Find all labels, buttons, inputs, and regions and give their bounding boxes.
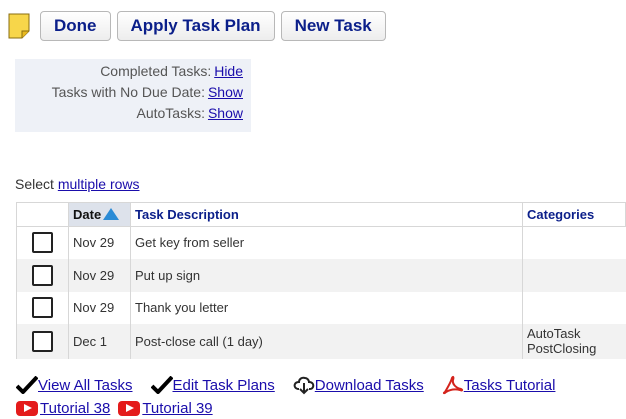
header-task-description[interactable]: Task Description [130,202,523,227]
select-label: Select [15,176,54,192]
filter-label: AutoTasks: [136,105,205,121]
tasks-tutorial-link[interactable]: Tasks Tutorial [464,377,556,394]
row-checkbox[interactable] [32,232,53,254]
tasks-tutorial-item[interactable]: Tasks Tutorial [442,375,556,395]
row-select-cell [16,291,69,324]
filter-no-due-date: Tasks with No Due Date: Show [15,82,243,103]
filters-panel: Completed Tasks: Hide Tasks with No Due D… [15,59,251,132]
view-all-tasks-item[interactable]: View All Tasks [16,376,133,394]
row-checkbox[interactable] [32,264,53,286]
sort-ascending-icon [103,208,120,220]
table-row[interactable]: Nov 29 Thank you letter [16,291,626,324]
filter-label: Tasks with No Due Date: [51,84,205,100]
view-all-tasks-link[interactable]: View All Tasks [38,377,133,394]
row-date: Dec 1 [68,323,131,359]
cloud-download-icon [293,376,315,395]
table-row[interactable]: Nov 29 Put up sign [16,258,626,292]
task-table: Date Task Description Categories Nov 29 … [16,202,626,359]
header-date[interactable]: Date [68,202,131,227]
row-categories [522,291,626,324]
download-tasks-item[interactable]: Download Tasks [293,375,424,395]
youtube-icon [16,400,38,416]
hide-completed-link[interactable]: Hide [214,63,243,79]
row-date: Nov 29 [68,226,131,259]
row-description[interactable]: Thank you letter [130,291,523,324]
checkmark-icon [16,376,38,394]
row-select-cell [16,258,69,292]
filter-label: Completed Tasks: [100,63,212,79]
header-select [16,202,69,227]
category-1: AutoTask [527,326,581,341]
youtube-icon [118,400,141,416]
header-description-label: Task Description [135,207,239,222]
row-categories [522,258,626,292]
show-no-due-date-link[interactable]: Show [208,84,243,100]
row-description[interactable]: Get key from seller [130,226,523,259]
header-categories[interactable]: Categories [522,202,626,227]
row-categories [522,226,626,259]
header-date-label: Date [73,207,102,222]
tutorial-39-link[interactable]: Tutorial 39 [142,400,212,417]
toolbar: Done Apply Task Plan New Task [8,10,392,42]
row-date: Nov 29 [68,258,131,292]
category-2: PostClosing [527,341,597,356]
row-description[interactable]: Put up sign [130,258,523,292]
download-tasks-link[interactable]: Download Tasks [315,377,424,394]
new-task-button[interactable]: New Task [280,11,386,41]
select-multiple-line: Select multiple rows [15,176,140,192]
filter-autotasks: AutoTasks: Show [15,103,243,124]
done-button[interactable]: Done [40,11,111,41]
row-date: Nov 29 [68,291,131,324]
tutorial-38-link[interactable]: Tutorial 38 [40,400,110,417]
filter-completed-tasks: Completed Tasks: Hide [15,61,243,82]
table-header-row: Date Task Description Categories [16,202,626,227]
task-links-bar: View All Tasks Edit Task Plans Download … [16,374,573,396]
sticky-note-icon[interactable] [8,13,30,39]
acrobat-icon [442,375,463,395]
edit-task-plans-link[interactable]: Edit Task Plans [173,377,275,394]
table-row[interactable]: Dec 1 Post-close call (1 day) AutoTask Po… [16,323,626,359]
tutorial-videos-bar: Tutorial 38 Tutorial 39 [16,398,221,418]
row-categories: AutoTask PostClosing [522,323,626,359]
row-description[interactable]: Post-close call (1 day) [130,323,523,359]
tutorial-39-item[interactable]: Tutorial 39 [118,400,213,417]
row-select-cell [16,226,69,259]
row-checkbox[interactable] [32,330,53,352]
row-checkbox[interactable] [32,297,53,318]
header-categories-label: Categories [527,207,595,222]
multiple-rows-link[interactable]: multiple rows [58,176,140,192]
tutorial-38-item[interactable]: Tutorial 38 [16,400,110,417]
table-row[interactable]: Nov 29 Get key from seller [16,226,626,259]
edit-task-plans-item[interactable]: Edit Task Plans [150,376,275,394]
row-select-cell [16,323,69,359]
apply-task-plan-button[interactable]: Apply Task Plan [116,11,275,41]
show-autotasks-link[interactable]: Show [208,105,243,121]
checkmark-icon [150,376,173,394]
